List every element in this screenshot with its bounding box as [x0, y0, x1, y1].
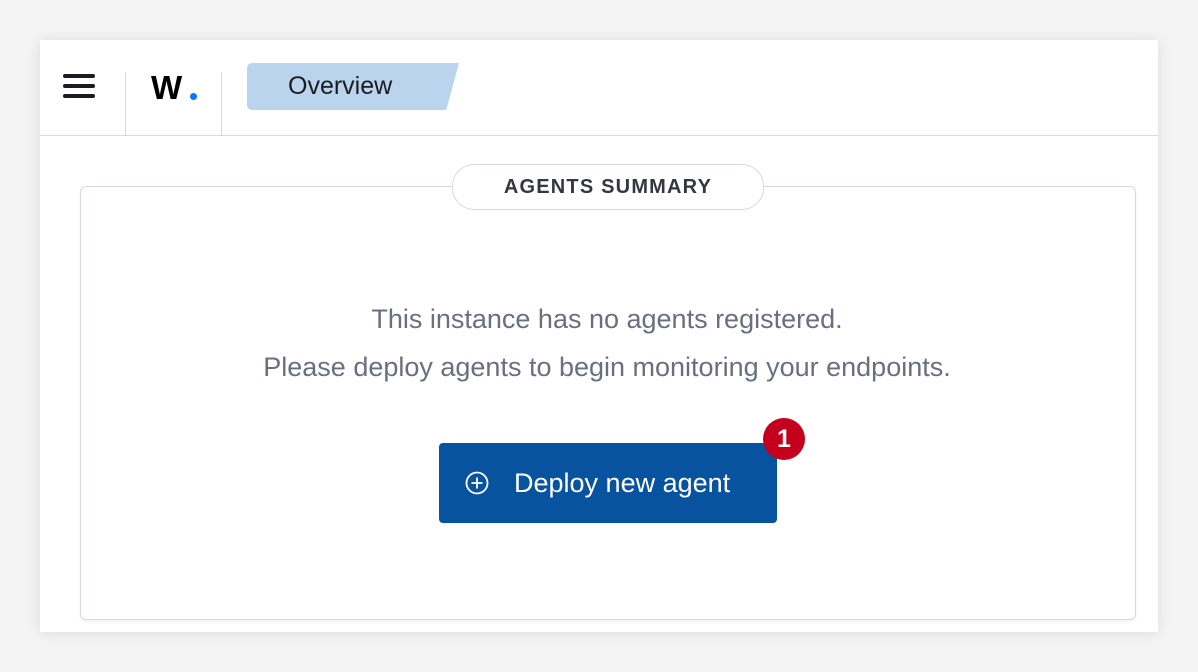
- panel-title: AGENTS SUMMARY: [452, 164, 764, 210]
- breadcrumb-overview[interactable]: Overview: [247, 63, 459, 110]
- plus-circle-icon: [465, 471, 489, 495]
- top-header: W Overview: [40, 40, 1158, 136]
- empty-state-message: This instance has no agents registered.: [371, 304, 843, 334]
- app-window: W Overview AGENTS SUMMARY This instance …: [40, 40, 1158, 632]
- agents-summary-panel: [80, 186, 1136, 620]
- step-number-badge: 1: [763, 418, 805, 460]
- hamburger-menu-icon[interactable]: [58, 70, 98, 106]
- header-divider: [221, 72, 222, 135]
- breadcrumb-label: Overview: [288, 72, 393, 100]
- deploy-new-agent-button[interactable]: Deploy new agent: [439, 443, 777, 523]
- app-logo[interactable]: W: [151, 68, 182, 108]
- deploy-button-label: Deploy new agent: [514, 468, 731, 498]
- logo-dot: [190, 93, 197, 100]
- header-divider: [125, 72, 126, 135]
- empty-state-instruction: Please deploy agents to begin monitoring…: [263, 352, 951, 382]
